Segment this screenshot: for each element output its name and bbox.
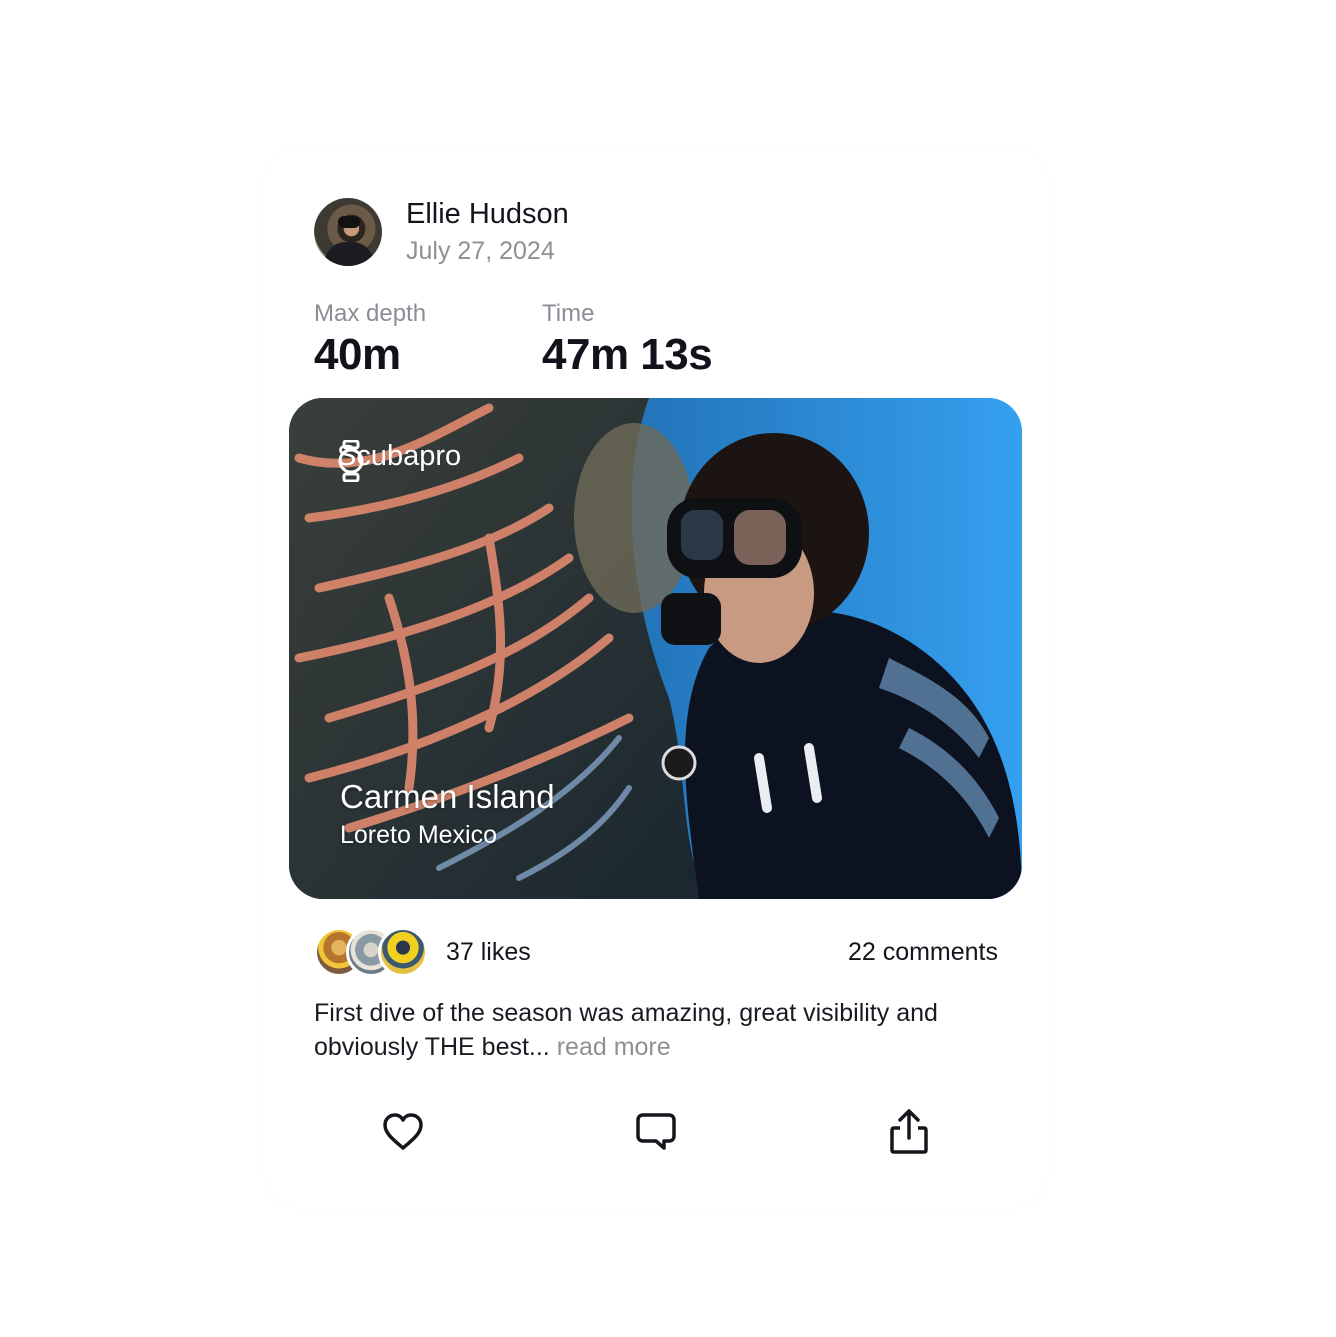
likes-count[interactable]: 37 likes (446, 938, 531, 967)
post-header: Ellie Hudson July 27, 2024 (314, 196, 569, 268)
device-tag: Scubapro (337, 440, 461, 482)
read-more-link[interactable]: read more (557, 1033, 671, 1061)
avatar-mask-detail (338, 216, 360, 228)
dive-post-card: Ellie Hudson July 27, 2024 Max depth 40m… (264, 148, 1048, 1208)
post-date: July 27, 2024 (406, 237, 555, 265)
liker-avatar (378, 927, 428, 977)
stat-max-depth: Max depth 40m (314, 298, 542, 380)
stat-value: 40m (314, 330, 401, 379)
heart-icon (383, 1113, 423, 1150)
author-name[interactable]: Ellie Hudson (406, 196, 569, 232)
dive-location[interactable]: Carmen Island Loreto Mexico (340, 777, 555, 851)
stat-value: 47m 13s (542, 330, 713, 379)
author-meta: Ellie Hudson July 27, 2024 (406, 196, 569, 268)
share-button[interactable] (883, 1106, 935, 1158)
author-avatar[interactable] (314, 198, 382, 266)
comment-icon (636, 1113, 676, 1150)
avatar-body-detail (324, 242, 374, 266)
comments-count[interactable]: 22 comments (848, 938, 998, 967)
location-subtitle: Loreto Mexico (340, 821, 498, 849)
liker-avatars (314, 927, 428, 977)
engagement-row: 37 likes 22 comments (314, 924, 998, 980)
dive-stats: Max depth 40m Time 47m 13s (314, 298, 770, 380)
post-caption: First dive of the season was amazing, gr… (314, 996, 994, 1064)
post-actions (264, 1106, 1048, 1158)
stat-time: Time 47m 13s (542, 298, 770, 380)
like-button[interactable] (377, 1106, 429, 1158)
comment-button[interactable] (630, 1106, 682, 1158)
stat-label: Time (542, 300, 595, 327)
share-icon (890, 1109, 928, 1154)
likes-summary[interactable]: 37 likes (314, 927, 531, 977)
watch-icon (338, 440, 364, 482)
stat-label: Max depth (314, 300, 427, 327)
location-title: Carmen Island (340, 778, 555, 815)
dive-photo[interactable]: Scubapro Carmen Island Loreto Mexico (289, 398, 1022, 899)
